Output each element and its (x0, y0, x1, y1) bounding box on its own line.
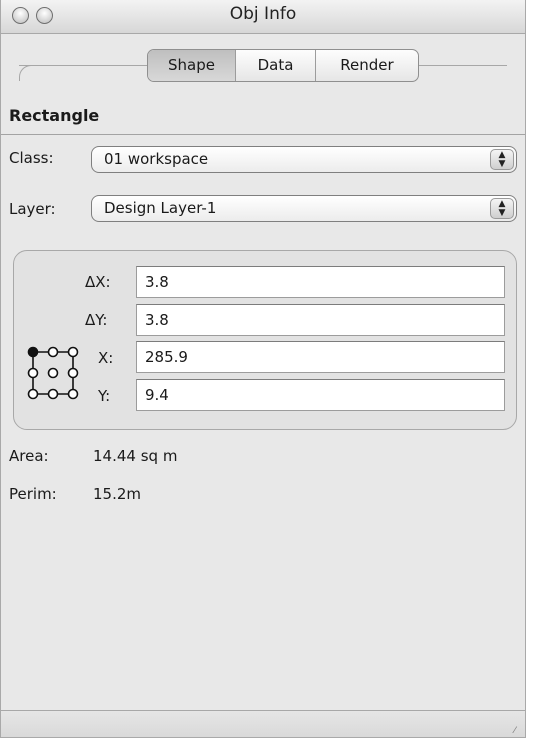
area-label: Area: (9, 447, 49, 465)
tab-render[interactable]: Render (316, 50, 418, 81)
class-popup[interactable]: 01 workspace ▲ ▼ (91, 146, 517, 173)
x-field[interactable] (136, 341, 505, 373)
layer-popup[interactable]: Design Layer-1 ▲ ▼ (91, 195, 517, 222)
divider (1, 134, 525, 135)
perimeter-value: 15.2m (93, 485, 142, 503)
stepper-arrows-icon: ▲ ▼ (490, 198, 514, 219)
class-popup-value: 01 workspace (104, 150, 209, 168)
reference-point-grid-icon[interactable] (23, 342, 83, 404)
tab-bar: Shape Data Render (147, 49, 419, 82)
dx-field[interactable] (136, 266, 505, 298)
dy-field[interactable] (136, 304, 505, 336)
status-bar: ⁄ (1, 710, 525, 737)
x-label: X: (98, 349, 114, 367)
resize-grip-icon[interactable]: ⁄ (514, 726, 524, 736)
area-value: 14.44 sq m (93, 447, 178, 465)
class-label: Class: (9, 149, 54, 167)
perimeter-label: Perim: (9, 485, 57, 503)
object-type-heading: Rectangle (9, 106, 100, 125)
dy-label: ΔY: (85, 311, 108, 329)
y-label: Y: (98, 387, 111, 405)
tab-shape[interactable]: Shape (148, 50, 236, 81)
y-field[interactable] (136, 379, 505, 411)
tab-data[interactable]: Data (236, 50, 316, 81)
stepper-arrows-icon: ▲ ▼ (490, 149, 514, 170)
window-title: Obj Info (229, 4, 297, 24)
title-bar[interactable]: Obj Info (1, 0, 525, 34)
tab-frame-corner (19, 65, 33, 81)
layer-popup-value: Design Layer-1 (104, 199, 217, 217)
dx-label: ΔX: (85, 273, 111, 291)
obj-info-window: Obj Info Shape Data Render Rectangle Cla… (0, 0, 526, 738)
layer-label: Layer: (9, 200, 56, 218)
